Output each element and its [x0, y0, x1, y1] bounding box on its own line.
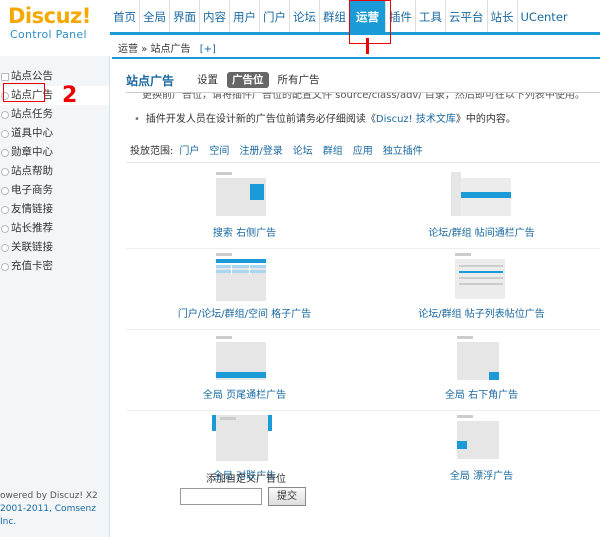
custom-slot-label: 添加自定义广告位: [206, 474, 286, 485]
annotation-number-two: 2: [62, 83, 78, 108]
grid-ad-thumb-icon: [216, 253, 266, 301]
scope-app[interactable]: 应用: [353, 142, 373, 157]
breadcrumb-sep: »: [141, 44, 148, 55]
annotation-box-operation: [349, 0, 391, 44]
add-shortcut-button[interactable]: [+]: [200, 44, 216, 55]
sidebar-item-help[interactable]: 站点帮助: [0, 162, 109, 181]
sidebar-item-medals[interactable]: 勋章中心: [0, 143, 109, 162]
sidebar-item-cardkey[interactable]: 充值卡密: [0, 257, 109, 276]
sidebar-item-ecommerce[interactable]: 电子商务: [0, 181, 109, 200]
scope-forum[interactable]: 论坛: [293, 142, 313, 157]
nav-portal[interactable]: 门户: [260, 0, 290, 34]
nav-forum[interactable]: 论坛: [290, 0, 320, 34]
tab-all-ads[interactable]: 所有广告: [273, 72, 325, 88]
logo[interactable]: Discuz! Control Panel: [8, 4, 108, 42]
footer-powered: owered by Discuz! X2: [0, 491, 98, 501]
couplet-thumb-icon: [212, 415, 272, 461]
breadcrumb-current: 站点广告: [150, 44, 191, 55]
ad-slot-footer-banner[interactable]: 全局 页尾通栏广告: [126, 330, 363, 408]
ad-caption: 论坛/群组 帖子列表帖位广告: [418, 309, 545, 320]
annotation-box-site-ads: [3, 83, 45, 102]
scope-register[interactable]: 注册/登录: [239, 142, 282, 157]
tip-prefix: 插件开发人员在设计新的广告位前请务必仔细阅读《: [145, 114, 376, 125]
submit-button[interactable]: 提交: [268, 487, 306, 506]
bullet-icon: •: [134, 114, 140, 125]
tab-ad-slots[interactable]: 广告位: [227, 72, 269, 88]
tip-plugin-dev: • 插件开发人员在设计新的广告位前请务必仔细阅读《Discuz! 技术文库》中的内…: [134, 110, 516, 125]
bottom-right-thumb-icon: [457, 336, 499, 380]
ad-slot-search-right[interactable]: 搜索 右侧广告: [126, 168, 363, 246]
top-nav: 首页 全局 界面 内容 用户 门户 论坛 群组 运营 插件 工具 云平台 站长 …: [110, 0, 571, 34]
page-title: 站点广告: [126, 74, 175, 88]
scope-group[interactable]: 群组: [323, 142, 343, 157]
sidebar-item-recommend[interactable]: 站长推荐: [0, 219, 109, 238]
thread-banner-thumb-icon: [451, 172, 511, 216]
ad-slot-grid: 搜索 右侧广告 论坛/群组 帖间通栏广告 门户/论坛/群组/空间 格子广告 论坛…: [126, 168, 600, 482]
nav-tools[interactable]: 工具: [416, 0, 446, 34]
ad-slot-grid-ad[interactable]: 门户/论坛/群组/空间 格子广告: [126, 249, 363, 327]
main-content: 站点广告 设置 广告位 所有广告 更换前广告位，请将插件广告位的配置文件 sou…: [112, 60, 600, 537]
ad-caption: 论坛/群组 帖间通栏广告: [428, 228, 535, 239]
ad-slot-thread-banner[interactable]: 论坛/群组 帖间通栏广告: [363, 168, 600, 246]
nav-style[interactable]: 界面: [170, 0, 200, 34]
ad-slot-bottom-right[interactable]: 全局 右下角广告: [363, 330, 600, 408]
sidebar-item-tasks[interactable]: 站点任务: [0, 105, 109, 124]
tip-suffix: 》中的内容。: [455, 114, 516, 125]
thread-list-thumb-icon: [455, 253, 505, 299]
sub-tabs: 设置 广告位 所有广告: [192, 72, 329, 88]
footer-banner-thumb-icon: [216, 336, 266, 380]
nav-global[interactable]: 全局: [140, 0, 170, 34]
logo-subtitle: Control Panel: [10, 28, 87, 41]
tab-settings[interactable]: 设置: [192, 72, 223, 88]
ad-row: 搜索 右侧广告 论坛/群组 帖间通栏广告: [126, 168, 600, 249]
scope-plugin[interactable]: 独立插件: [383, 142, 423, 157]
nav-ucenter[interactable]: UCenter: [518, 0, 571, 34]
scope-space[interactable]: 空间: [209, 142, 229, 157]
sidebar-item-related-links[interactable]: 关联链接: [0, 238, 109, 257]
tip-truncated: 更换前广告位，请将插件广告位的配置文件 source/class/adv/ 目录…: [142, 93, 585, 101]
ad-caption: 全局 页尾通栏广告: [202, 390, 287, 401]
logo-brand: Discuz!: [8, 4, 91, 28]
scope-portal[interactable]: 门户: [179, 142, 199, 157]
sidebar: 站点公告 站点广告 站点任务 道具中心 勋章中心 站点帮助 电子商务 友情链接 …: [0, 56, 110, 537]
custom-slot-input[interactable]: [180, 488, 262, 505]
breadcrumb-parent[interactable]: 运营: [118, 44, 138, 55]
nav-webmaster[interactable]: 站长: [488, 0, 518, 34]
ad-row: 门户/论坛/群组/空间 格子广告 论坛/群组 帖子列表帖位广告: [126, 249, 600, 330]
floating-thumb-icon: [457, 415, 499, 459]
scope-divider: [126, 162, 600, 163]
tech-library-link[interactable]: Discuz! 技术文库: [376, 114, 456, 125]
ad-caption: 搜索 右侧广告: [212, 228, 277, 239]
annotation-number-one: [366, 38, 369, 54]
ad-caption: 门户/论坛/群组/空间 格子广告: [177, 309, 312, 320]
nav-user[interactable]: 用户: [230, 0, 260, 34]
footer-copyright: 2001-2011, Comsenz Inc.: [0, 504, 96, 527]
ad-caption: 全局 漂浮广告: [449, 471, 514, 482]
ad-row: 全局 对联广告 全局 漂浮广告: [126, 411, 600, 482]
sidebar-footer: owered by Discuz! X2 2001-2011, Comsenz …: [0, 490, 109, 529]
ad-row: 全局 页尾通栏广告 全局 右下角广告: [126, 330, 600, 411]
ad-slot-floating[interactable]: 全局 漂浮广告: [363, 411, 600, 489]
nav-group[interactable]: 群组: [320, 0, 350, 34]
nav-home[interactable]: 首页: [110, 0, 140, 34]
scope-label: 投放范围:: [130, 146, 174, 157]
header: Discuz! Control Panel 首页 全局 界面 内容 用户 门户 …: [0, 0, 600, 56]
scope-filter: 投放范围: 门户 空间 注册/登录 论坛 群组 应用 独立插件: [130, 142, 433, 157]
breadcrumb: 运营 » 站点广告 [+]: [118, 40, 216, 55]
ad-slot-thread-list[interactable]: 论坛/群组 帖子列表帖位广告: [363, 249, 600, 327]
sidebar-item-friendlinks[interactable]: 友情链接: [0, 200, 109, 219]
sidebar-item-magic[interactable]: 道具中心: [0, 124, 109, 143]
ad-caption: 全局 右下角广告: [444, 390, 519, 401]
breadcrumb-divider: [112, 57, 600, 59]
nav-content[interactable]: 内容: [200, 0, 230, 34]
search-right-thumb-icon: [216, 172, 266, 216]
nav-cloud[interactable]: 云平台: [446, 0, 488, 34]
